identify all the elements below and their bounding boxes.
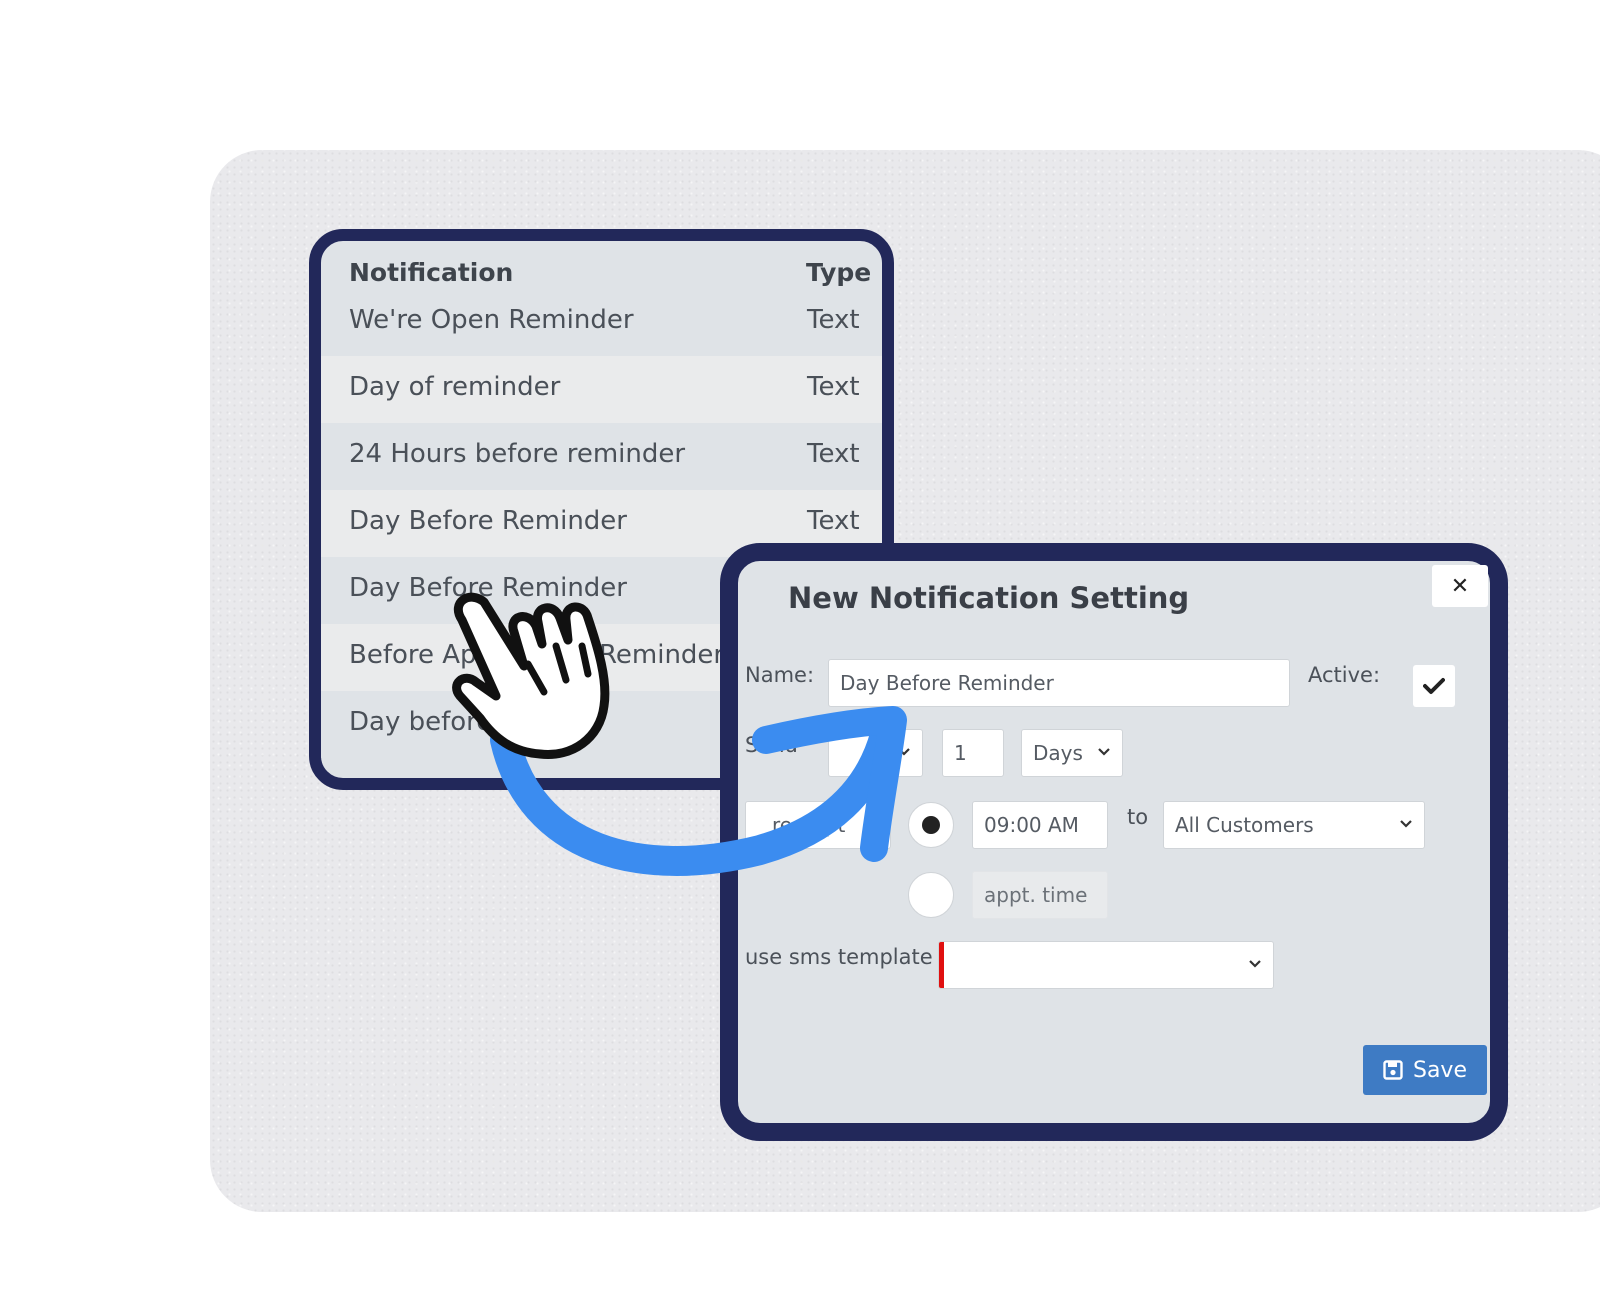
hand-pointer-icon xyxy=(452,592,610,759)
curved-arrow-icon xyxy=(490,706,907,876)
